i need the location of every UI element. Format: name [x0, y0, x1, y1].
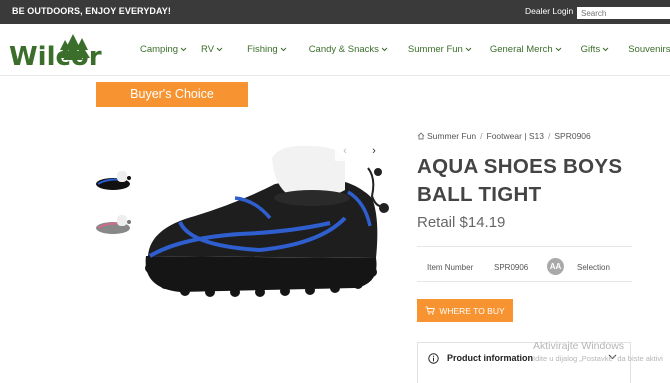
item-number-value: SPR0906: [494, 263, 529, 272]
nav-item-fishing[interactable]: Fishing: [247, 44, 287, 55]
product-main-image: [145, 145, 389, 297]
chevron-down-icon: [381, 47, 388, 52]
logo-wordmark: Wilcor: [9, 42, 102, 70]
main-nav: Camping RV Fishing Candy & Snacks Summer…: [140, 44, 670, 55]
product-thumbnail-1[interactable]: [95, 164, 135, 194]
item-number-label: Item Number: [427, 263, 474, 272]
chevron-down-icon: [465, 47, 472, 52]
info-icon: [428, 353, 439, 364]
where-to-buy-button[interactable]: WHERE TO BUY: [417, 299, 513, 322]
home-icon[interactable]: [417, 132, 425, 140]
nav-item-souvenirs[interactable]: Souvenirs: [628, 44, 670, 55]
dealer-login-link[interactable]: Dealer Login: [525, 6, 573, 16]
product-information-label: Product information: [447, 353, 533, 363]
chevron-down-icon: [280, 47, 287, 52]
image-next-button[interactable]: ›: [364, 143, 384, 161]
breadcrumb-footwear[interactable]: Footwear | S13: [487, 131, 545, 141]
cart-icon: [425, 306, 436, 315]
watermark-line-1: Aktivirajte Windows: [533, 340, 625, 352]
nav-item-general-merch[interactable]: General Merch: [490, 44, 562, 55]
selection-badge: AA: [547, 258, 564, 275]
chevron-down-icon: [216, 47, 223, 52]
chevron-down-icon: [180, 47, 187, 52]
product-title: AQUA SHOES BOYS BALL TIGHT: [417, 155, 623, 206]
watermark-line-2: Idite u dijalog „Postavke" da biste akti…: [533, 354, 663, 363]
breadcrumb: Summer Fun / Footwear | S13 / SPR0906: [417, 131, 591, 141]
selection-label: Selection: [577, 263, 610, 272]
divider: [417, 281, 632, 282]
top-bar: BE OUTDOORS, ENJOY EVERYDAY! Dealer Logi…: [0, 0, 670, 24]
divider: [417, 246, 632, 247]
nav-item-gifts[interactable]: Gifts: [581, 44, 610, 55]
site-header: Wilcor Camping RV Fishing Candy & Snacks…: [0, 24, 670, 76]
chevron-down-icon: [602, 47, 609, 52]
wilcor-logo[interactable]: Wilcor: [9, 32, 109, 70]
nav-item-candy-snacks[interactable]: Candy & Snacks: [309, 44, 388, 55]
breadcrumb-summer-fun[interactable]: Summer Fun: [427, 131, 476, 141]
product-specs: Item Number SPR0906 AA Selection: [417, 258, 632, 278]
tagline: BE OUTDOORS, ENJOY EVERYDAY!: [12, 6, 172, 16]
search-input[interactable]: [577, 7, 670, 19]
nav-item-camping[interactable]: Camping: [140, 44, 187, 55]
breadcrumb-separator: /: [480, 131, 483, 141]
breadcrumb-separator: /: [548, 131, 551, 141]
buyers-choice-badge: Buyer's Choice: [96, 82, 248, 107]
nav-item-rv[interactable]: RV: [201, 44, 223, 55]
windows-activation-watermark: Aktivirajte Windows Idite u dijalog „Pos…: [533, 340, 663, 363]
chevron-down-icon: [555, 47, 562, 52]
breadcrumb-current: SPR0906: [554, 131, 591, 141]
product-thumbnail-2[interactable]: [95, 208, 135, 238]
nav-item-summer-fun[interactable]: Summer Fun: [408, 44, 472, 55]
product-price: Retail $14.19: [417, 214, 506, 231]
where-to-buy-label: WHERE TO BUY: [439, 305, 505, 316]
image-prev-button[interactable]: ‹: [335, 143, 355, 161]
